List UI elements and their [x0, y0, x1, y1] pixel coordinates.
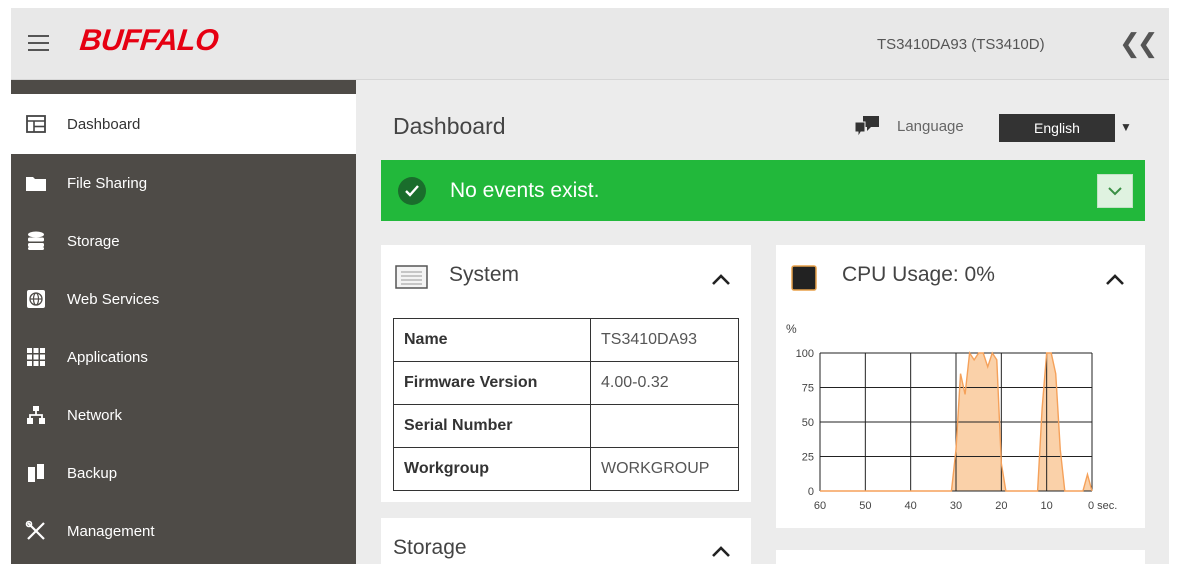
dashboard-icon	[25, 113, 47, 135]
caret-down-icon[interactable]: ▼	[1120, 120, 1132, 134]
x-tick-label: 30	[950, 500, 962, 512]
cpu-card: CPU Usage: 0% % 0 25 50 75 100 60 50 40 30 20 10 0 s…	[776, 245, 1145, 528]
x-tick-label: 40	[905, 500, 917, 512]
y-tick-label: 100	[796, 348, 814, 360]
language-icon	[854, 116, 879, 139]
folder-icon	[25, 172, 47, 194]
sidebar-item-backup[interactable]: Backup	[11, 444, 356, 502]
cpu-icon	[791, 265, 817, 291]
hamburger-icon[interactable]	[28, 35, 49, 52]
sidebar-item-network[interactable]: Network	[11, 386, 356, 444]
table-key: Firmware Version	[393, 361, 591, 405]
sidebar-item-management[interactable]: Management	[11, 502, 356, 560]
chevron-up-icon[interactable]	[1104, 272, 1126, 286]
cpu-usage-chart: % 0 25 50 75 100 60 50 40 30 20 10 0 sec.	[786, 322, 1117, 512]
table-value: WORKGROUP	[590, 447, 739, 491]
x-tick-label: 0 sec.	[1088, 500, 1117, 512]
network-icon	[25, 404, 47, 426]
table-row: Workgroup WORKGROUP	[393, 447, 739, 491]
sidebar-item-label: Storage	[67, 232, 120, 250]
sidebar-item-label: Network	[67, 406, 123, 424]
sidebar-item-storage[interactable]: Storage	[11, 212, 356, 270]
y-tick-label: 25	[802, 452, 814, 464]
x-tick-label: 10	[1041, 500, 1053, 512]
tools-icon	[25, 520, 47, 542]
sidebar-item-label: Management	[67, 522, 155, 540]
x-tick-label: 20	[995, 500, 1007, 512]
table-key: Serial Number	[393, 404, 591, 448]
chevron-up-icon[interactable]	[710, 272, 732, 286]
x-tick-label: 60	[814, 500, 826, 512]
cpu-card-title: CPU Usage: 0%	[842, 263, 995, 286]
table-key: Name	[393, 318, 591, 362]
next-card	[776, 550, 1145, 564]
apps-grid-icon	[25, 346, 47, 368]
language-select[interactable]: English	[999, 114, 1115, 142]
check-circle-icon	[398, 176, 426, 205]
system-info-table: Name TS3410DA93 Firmware Version 4.00-0.…	[393, 318, 739, 491]
sidebar-item-label: Backup	[67, 464, 118, 482]
double-chevron-left-icon[interactable]: ❮❮	[1119, 28, 1159, 59]
system-icon	[395, 265, 428, 289]
y-tick-label: 75	[802, 383, 814, 395]
backup-icon	[25, 462, 47, 484]
table-value: 4.00-0.32	[590, 361, 739, 405]
sidebar-item-label: Applications	[67, 348, 148, 366]
database-icon	[25, 230, 47, 252]
sidebar-item-label: File Sharing	[67, 174, 148, 192]
top-header: BUFFALO TS3410DA93 (TS3410D) ❮❮	[11, 8, 1169, 80]
y-tick-label: 0	[808, 486, 814, 498]
device-name: TS3410DA93 (TS3410D)	[877, 36, 1045, 53]
y-tick-label: 50	[802, 417, 814, 429]
table-key: Workgroup	[393, 447, 591, 491]
storage-card: Storage	[381, 518, 751, 564]
table-value: TS3410DA93	[590, 318, 739, 362]
chevron-down-icon	[1108, 187, 1122, 196]
table-value	[590, 404, 739, 448]
x-tick-label: 50	[859, 500, 871, 512]
events-message: No events exist.	[450, 178, 600, 202]
events-banner: No events exist.	[381, 160, 1145, 221]
app-window: BUFFALO TS3410DA93 (TS3410D) ❮❮ Dashboar…	[11, 8, 1169, 564]
chevron-up-icon[interactable]	[710, 544, 732, 558]
buffalo-logo[interactable]: BUFFALO	[78, 24, 220, 58]
sidebar-item-applications[interactable]: Applications	[11, 328, 356, 386]
language-label: Language	[897, 118, 964, 135]
table-row: Serial Number	[393, 404, 739, 448]
page-title: Dashboard	[393, 113, 506, 139]
sidebar-item-label: Dashboard	[67, 115, 141, 133]
main-content: Dashboard Language English ▼ No events e…	[356, 80, 1169, 564]
table-row: Firmware Version 4.00-0.32	[393, 361, 739, 405]
system-card: System Name TS3410DA93 Firmware Version …	[381, 245, 751, 502]
y-axis-unit: %	[786, 322, 797, 336]
sidebar-item-file-sharing[interactable]: File Sharing	[11, 154, 356, 212]
table-row: Name TS3410DA93	[393, 318, 739, 362]
globe-icon	[25, 288, 47, 310]
sidebar: Dashboard File Sharing Storage Web Servi…	[11, 80, 356, 564]
sidebar-item-dashboard[interactable]: Dashboard	[11, 94, 356, 154]
sidebar-item-label: Web Services	[67, 290, 160, 308]
sidebar-top-strip	[11, 80, 356, 94]
events-expand-button[interactable]	[1097, 174, 1133, 208]
system-card-title: System	[449, 263, 520, 286]
sidebar-item-web-services[interactable]: Web Services	[11, 270, 356, 328]
storage-card-title: Storage	[393, 536, 467, 559]
